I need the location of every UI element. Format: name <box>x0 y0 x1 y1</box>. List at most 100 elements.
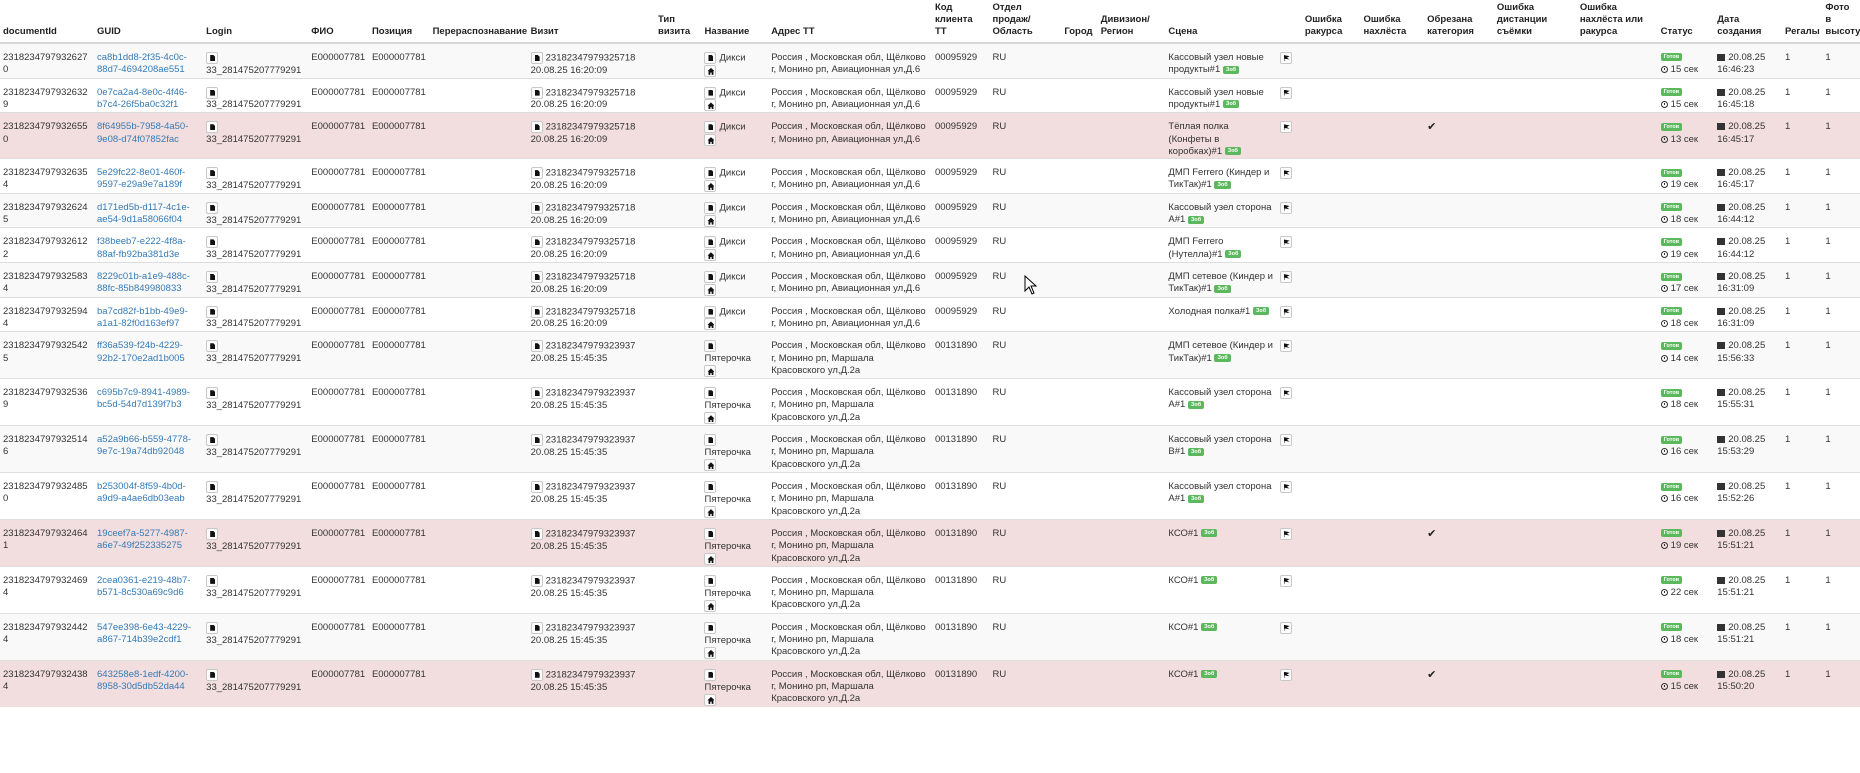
col-city-header[interactable]: Город <box>1061 0 1098 44</box>
file-icon[interactable] <box>530 271 543 284</box>
home-icon[interactable] <box>704 412 717 425</box>
home-icon[interactable] <box>704 64 717 77</box>
flag-icon[interactable] <box>1279 86 1292 99</box>
home-icon[interactable] <box>704 365 717 378</box>
file-icon[interactable] <box>530 434 543 447</box>
col-created-header[interactable]: Дата создания <box>1714 0 1782 44</box>
file-icon[interactable] <box>530 167 543 180</box>
file-icon[interactable] <box>530 574 543 587</box>
file-icon[interactable] <box>530 668 543 681</box>
flag-icon[interactable] <box>1279 236 1292 249</box>
col-regals-header[interactable]: Регалы <box>1781 0 1823 44</box>
home-icon[interactable] <box>704 249 717 262</box>
col-login-header[interactable]: Login <box>203 0 309 44</box>
col-visit-header[interactable]: Визит <box>527 0 655 44</box>
file-icon[interactable] <box>704 434 717 447</box>
file-icon[interactable] <box>530 121 543 134</box>
file-icon[interactable] <box>704 305 717 318</box>
file-icon[interactable] <box>704 340 717 353</box>
file-icon[interactable] <box>704 621 717 634</box>
file-icon[interactable] <box>206 236 219 249</box>
flag-icon[interactable] <box>1279 167 1292 180</box>
file-icon[interactable] <box>206 481 219 494</box>
guid-link[interactable]: 8229c01b-a1e9-488c-88fc-85b849980833 <box>97 271 190 294</box>
file-icon[interactable] <box>206 52 219 64</box>
file-icon[interactable] <box>704 121 717 134</box>
file-icon[interactable] <box>530 305 543 318</box>
guid-link[interactable]: ba7cd82f-b1bb-49e9-a1a1-82f0d163ef97 <box>97 306 188 329</box>
file-icon[interactable] <box>704 527 717 540</box>
guid-link[interactable]: ff36a539-f24b-4229-92b2-170e2ad1b005 <box>97 340 185 363</box>
flag-icon[interactable] <box>1279 481 1292 494</box>
guid-link[interactable]: 8f64955b-7958-4a50-9e08-d74f07852fac <box>97 121 188 144</box>
file-icon[interactable] <box>206 527 219 540</box>
file-icon[interactable] <box>704 271 717 284</box>
home-icon[interactable] <box>704 214 717 227</box>
guid-link[interactable]: 19ceef7a-5277-4987-a6e7-49f252335275 <box>97 528 188 551</box>
file-icon[interactable] <box>704 167 717 180</box>
file-icon[interactable] <box>530 621 543 634</box>
file-icon[interactable] <box>704 236 717 249</box>
file-icon[interactable] <box>530 201 543 214</box>
file-icon[interactable] <box>206 387 219 400</box>
file-icon[interactable] <box>206 340 219 353</box>
col-status-header[interactable]: Статус <box>1657 0 1715 44</box>
col-scene-header[interactable]: Сцена <box>1165 0 1277 44</box>
file-icon[interactable] <box>206 201 219 214</box>
file-icon[interactable] <box>206 121 219 134</box>
file-icon[interactable] <box>530 481 543 494</box>
home-icon[interactable] <box>704 283 717 296</box>
col-document-id-header[interactable]: documentId <box>0 0 94 44</box>
col-rerecognition-header[interactable]: Перераспознавание <box>429 0 528 44</box>
file-icon[interactable] <box>704 86 717 99</box>
col-store-name-header[interactable]: Название <box>701 0 769 44</box>
file-icon[interactable] <box>530 387 543 400</box>
col-angle-error-header[interactable]: Ошибка ракурса <box>1301 0 1361 44</box>
col-photo-height-header[interactable]: Фото в высоту <box>1822 0 1860 44</box>
home-icon[interactable] <box>704 459 717 472</box>
flag-icon[interactable] <box>1279 305 1292 318</box>
flag-icon[interactable] <box>1279 434 1292 447</box>
home-icon[interactable] <box>704 646 717 659</box>
home-icon[interactable] <box>704 693 717 706</box>
home-icon[interactable] <box>704 99 717 112</box>
flag-icon[interactable] <box>1279 574 1292 587</box>
col-overlap-or-angle-error-header[interactable]: Ошибка нахлёста или ракурса <box>1576 0 1658 44</box>
col-address-header[interactable]: Адрес ТТ <box>768 0 932 44</box>
file-icon[interactable] <box>704 387 717 400</box>
file-icon[interactable] <box>704 201 717 214</box>
col-guid-header[interactable]: GUID <box>94 0 204 44</box>
col-visit-type-header[interactable]: Тип визита <box>654 0 702 44</box>
guid-link[interactable]: 2cea0361-e219-48b7-b571-8c530a69c9d6 <box>97 575 191 598</box>
file-icon[interactable] <box>530 52 543 64</box>
file-icon[interactable] <box>206 305 219 318</box>
flag-icon[interactable] <box>1279 340 1292 353</box>
home-icon[interactable] <box>704 318 717 331</box>
guid-link[interactable]: 0e7ca2a4-8e0c-4f46-b7c4-26f5ba0c32f1 <box>97 87 187 110</box>
home-icon[interactable] <box>704 599 717 612</box>
col-category-cropped-header[interactable]: Обрезана категория <box>1424 0 1494 44</box>
guid-link[interactable]: d171ed5b-d117-4c1e-ae54-9d1a58066f04 <box>97 202 190 225</box>
flag-icon[interactable] <box>1279 271 1292 284</box>
col-client-code-header[interactable]: Код клиента ТТ <box>931 0 990 44</box>
col-distance-error-header[interactable]: Ошибка дистанции съёмки <box>1493 0 1577 44</box>
file-icon[interactable] <box>704 481 717 494</box>
home-icon[interactable] <box>704 179 717 192</box>
flag-icon[interactable] <box>1279 668 1292 681</box>
col-division-header[interactable]: Дивизион/ Регион <box>1097 0 1166 44</box>
flag-icon[interactable] <box>1279 201 1292 214</box>
file-icon[interactable] <box>206 621 219 634</box>
guid-link[interactable]: ca8b1dd8-2f35-4c0c-88d7-4694208ae551 <box>97 52 187 75</box>
flag-icon[interactable] <box>1279 121 1292 134</box>
home-icon[interactable] <box>704 134 717 147</box>
flag-icon[interactable] <box>1279 387 1292 400</box>
file-icon[interactable] <box>206 271 219 284</box>
file-icon[interactable] <box>704 52 717 64</box>
file-icon[interactable] <box>530 236 543 249</box>
home-icon[interactable] <box>704 506 717 519</box>
guid-link[interactable]: b253004f-8f59-4b0d-a9d9-a4ae6db03eab <box>97 481 186 504</box>
file-icon[interactable] <box>206 434 219 447</box>
guid-link[interactable]: c695b7c9-8941-4989-bc5d-54d7d139f7b3 <box>97 387 190 410</box>
col-fio-header[interactable]: ФИО <box>308 0 369 44</box>
flag-icon[interactable] <box>1279 52 1292 64</box>
